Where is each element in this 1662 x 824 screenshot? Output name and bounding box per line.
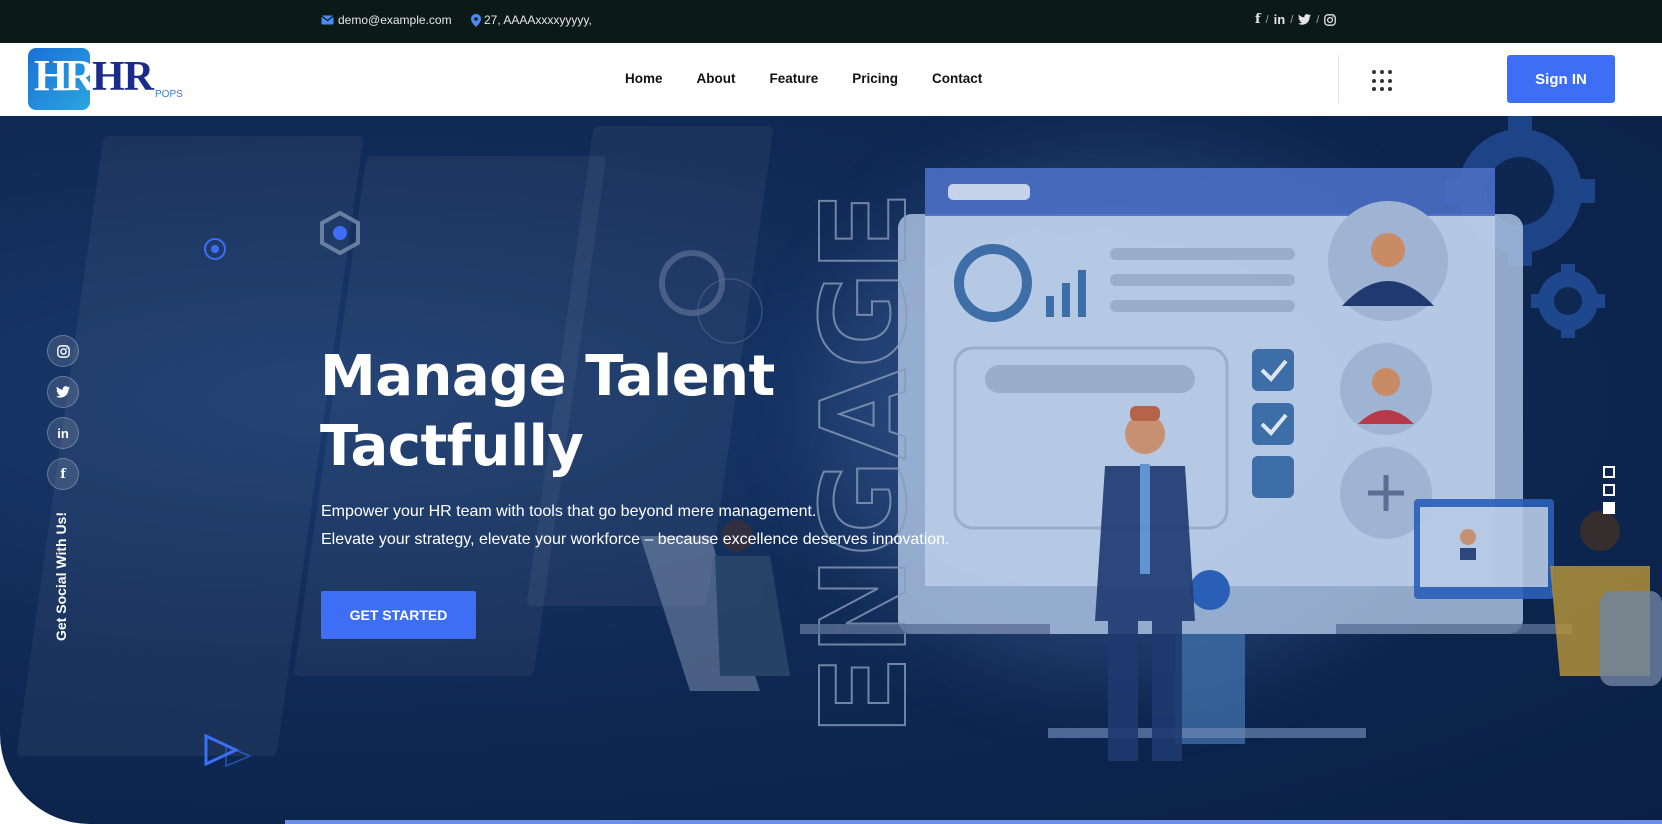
location-pin-icon <box>471 13 481 27</box>
twitter-icon[interactable] <box>47 376 79 408</box>
email-text[interactable]: demo@example.com <box>338 13 452 27</box>
nav-home[interactable]: Home <box>625 71 663 86</box>
linkedin-icon[interactable]: in <box>47 417 79 449</box>
hero-bottom-accent <box>285 820 1662 824</box>
apps-grid-icon[interactable] <box>1372 70 1394 92</box>
instagram-icon[interactable] <box>47 335 79 367</box>
slider-pagination <box>1603 466 1615 514</box>
hero-title-line1: Manage Talent <box>320 344 775 409</box>
contact-email[interactable]: demo@example.com <box>321 13 452 27</box>
logo-wordmark: HR <box>92 54 154 100</box>
header-divider <box>1338 55 1339 103</box>
hero-title-line2: Tactfully <box>320 414 584 479</box>
top-info-bar: demo@example.com 27, AAAAxxxxyyyyy, f / … <box>0 0 1662 43</box>
linkedin-icon[interactable]: in <box>1274 12 1286 27</box>
get-started-button[interactable]: GET STARTED <box>321 591 476 639</box>
nav-about[interactable]: About <box>697 71 736 86</box>
main-header: HR HR POPS Home About Feature Pricing Co… <box>0 43 1662 116</box>
slider-dot-active[interactable] <box>1603 502 1615 514</box>
top-social-links: f / in / / <box>1255 12 1337 27</box>
social-separator: / <box>1265 13 1269 26</box>
brand-logo[interactable]: HR HR POPS <box>28 48 188 110</box>
facebook-icon[interactable]: f <box>47 458 79 490</box>
logo-subtitle: POPS <box>155 89 183 100</box>
slider-dot[interactable] <box>1603 484 1615 496</box>
hero-description: Empower your HR team with tools that go … <box>321 498 1041 554</box>
nav-contact[interactable]: Contact <box>932 71 982 86</box>
slider-dot[interactable] <box>1603 466 1615 478</box>
mail-icon <box>321 15 334 25</box>
person-illustration <box>1414 499 1662 686</box>
facebook-icon[interactable]: f <box>1255 12 1261 27</box>
play-triangle-decoration <box>204 733 240 767</box>
gear-icon <box>1531 264 1605 338</box>
logo-monogram: HR <box>34 51 96 100</box>
contact-address: 27, AAAAxxxxyyyyy, <box>471 13 592 27</box>
instagram-icon[interactable] <box>1324 13 1337 26</box>
hero-text-line1: Empower your HR team with tools that go … <box>321 503 817 520</box>
twitter-icon[interactable] <box>1298 14 1312 25</box>
social-separator: / <box>1290 13 1294 26</box>
main-nav: Home About Feature Pricing Contact <box>625 71 982 86</box>
side-social-links: in f <box>47 335 79 490</box>
hero-text-line2: Elevate your strategy, elevate your work… <box>321 531 950 548</box>
address-text: 27, AAAAxxxxyyyyy, <box>484 13 592 27</box>
social-separator: / <box>1316 13 1320 26</box>
sign-in-button[interactable]: Sign IN <box>1507 55 1615 103</box>
nav-feature[interactable]: Feature <box>770 71 819 86</box>
hero-section: ENGAGE Manage Talent Tactfully Empower y… <box>0 116 1662 824</box>
get-social-label: Get Social With Us! <box>53 511 69 641</box>
hero-title: Manage Talent Tactfully <box>320 342 840 482</box>
nav-pricing[interactable]: Pricing <box>852 71 898 86</box>
